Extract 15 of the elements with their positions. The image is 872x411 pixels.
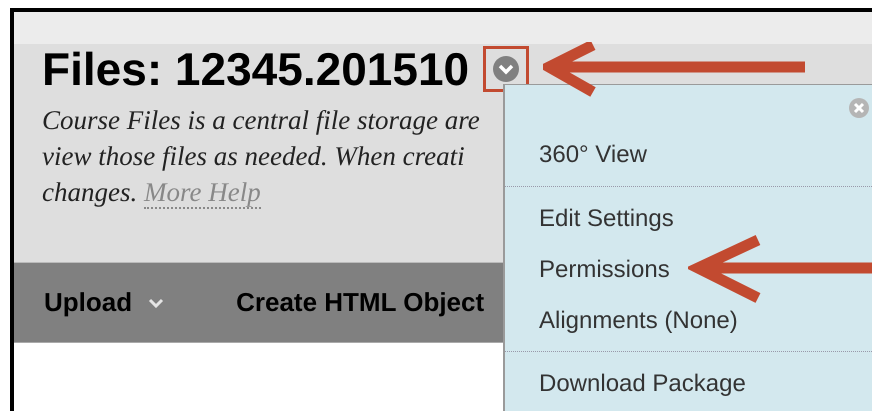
toolbar-button[interactable]: Create HTML Object <box>236 283 484 322</box>
arrow-icon <box>688 234 872 304</box>
description-text: Course Files is a central file storage are <box>42 104 480 137</box>
menu-item[interactable]: Edit Settings <box>539 193 674 244</box>
menu-item[interactable]: Download Package <box>539 358 746 409</box>
arrow-icon <box>543 42 808 98</box>
menu-item[interactable]: Alignments (None) <box>539 295 738 346</box>
menu-item[interactable]: 360° View <box>539 129 647 180</box>
description-text: changes. <box>42 177 138 207</box>
chevron-down-icon <box>148 298 164 308</box>
description-text: view those files as needed. When creati <box>42 140 465 173</box>
menu-item[interactable]: Permissions <box>539 244 670 295</box>
page-title: Files: 12345.201510 <box>42 46 470 92</box>
toolbar-button[interactable]: Upload <box>44 283 164 322</box>
chevron-down-icon <box>492 55 520 83</box>
